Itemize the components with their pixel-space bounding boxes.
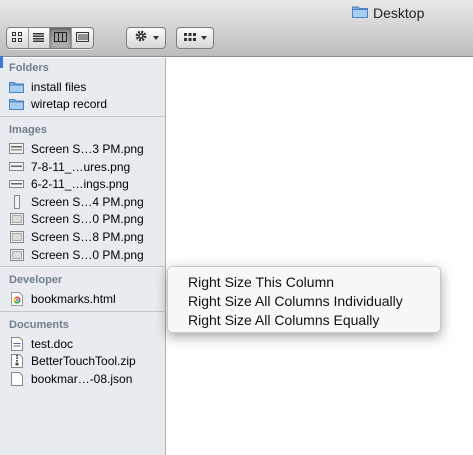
icon-view-button[interactable]: [7, 28, 29, 48]
coverflow-view-button[interactable]: [72, 28, 93, 48]
grid-icon: [12, 29, 23, 47]
sidebar-item[interactable]: bookmarks.html: [0, 290, 165, 308]
sidebar-item[interactable]: 6-2-11_…ings.png: [0, 175, 165, 193]
image-file-icon: [9, 177, 24, 191]
arrange-grid-icon: [183, 29, 196, 47]
window-title: Desktop: [352, 5, 424, 21]
sidebar-item-label: 7-8-11_…ures.png: [31, 159, 131, 174]
chrome-file-icon: [9, 292, 24, 307]
sidebar: Folders install files wiretap record Ima…: [0, 58, 166, 455]
sidebar-item-label: 6-2-11_…ings.png: [31, 177, 129, 192]
sidebar-item-label: Screen S…0 PM.png: [31, 212, 144, 227]
chevron-down-icon: [200, 36, 207, 40]
sidebar-section-developer: Developer bookmarks.html: [0, 270, 165, 308]
sidebar-item-label: Screen S…0 PM.png: [31, 247, 144, 262]
sidebar-item[interactable]: Screen S…0 PM.png: [0, 211, 165, 229]
sidebar-item[interactable]: install files: [0, 78, 165, 96]
sidebar-item-label: Screen S…3 PM.png: [31, 141, 144, 156]
sidebar-item-label: BetterTouchTool.zip: [31, 354, 136, 369]
sidebar-item[interactable]: Screen S…3 PM.png: [0, 140, 165, 158]
column-view-button[interactable]: [50, 28, 72, 48]
sidebar-item-label: Screen S…4 PM.png: [31, 194, 144, 209]
section-divider: [0, 310, 165, 312]
sidebar-item[interactable]: BetterTouchTool.zip: [0, 353, 165, 371]
folder-icon: [9, 80, 24, 94]
sidebar-item-label: bookmarks.html: [31, 292, 116, 307]
sidebar-item[interactable]: Screen S…0 PM.png: [0, 246, 165, 264]
column-pane[interactable]: [167, 58, 473, 455]
sidebar-item[interactable]: wiretap record: [0, 96, 165, 114]
sidebar-section-images: Images Screen S…3 PM.png 7-8-11_…ures.pn…: [0, 120, 165, 263]
sidebar-item-label: Screen S…8 PM.png: [31, 229, 144, 244]
section-divider: [0, 266, 165, 268]
sidebar-selection-indicator: [0, 56, 3, 68]
coverflow-icon: [75, 29, 89, 47]
sidebar-item[interactable]: bookmar…-08.json: [0, 370, 165, 388]
columns-icon: [53, 29, 67, 47]
menu-item-right-size-all-equally[interactable]: Right Size All Columns Equally: [168, 310, 440, 329]
window-title-text: Desktop: [373, 5, 425, 21]
gear-icon: [134, 29, 148, 48]
sidebar-section-documents: Documents test.doc BetterTouchTool.zip b…: [0, 315, 165, 388]
section-header: Documents: [9, 318, 69, 331]
sidebar-item-label: install files: [31, 79, 87, 94]
context-menu: Right Size This Column Right Size All Co…: [167, 266, 441, 333]
sidebar-section-folders: Folders install files wiretap record: [0, 58, 165, 113]
image-file-icon: [9, 230, 24, 244]
list-view-button[interactable]: [29, 28, 50, 48]
folder-icon: [352, 5, 368, 21]
sidebar-item-label: test.doc: [31, 336, 74, 351]
action-menu-button[interactable]: [126, 27, 166, 49]
arrange-menu-button[interactable]: [176, 27, 214, 49]
image-file-icon: [9, 160, 24, 174]
zip-file-icon: [9, 354, 24, 369]
document-icon: [9, 371, 24, 386]
chevron-down-icon: [152, 36, 159, 40]
image-file-icon: [9, 212, 24, 226]
section-divider: [0, 116, 165, 118]
section-header: Developer: [9, 274, 63, 287]
section-header: Folders: [9, 62, 49, 74]
image-file-icon: [9, 194, 24, 209]
menu-item-right-size-this-column[interactable]: Right Size This Column: [168, 272, 440, 291]
sidebar-item-label: bookmar…-08.json: [31, 371, 133, 386]
document-icon: [9, 336, 24, 351]
sidebar-item[interactable]: Screen S…4 PM.png: [0, 193, 165, 211]
folder-icon: [9, 97, 24, 111]
toolbar: Desktop: [0, 0, 473, 57]
image-file-icon: [9, 248, 24, 262]
sidebar-item[interactable]: 7-8-11_…ures.png: [0, 158, 165, 176]
section-header: Images: [9, 124, 47, 137]
image-file-icon: [9, 142, 24, 156]
menu-item-right-size-all-individually[interactable]: Right Size All Columns Individually: [168, 291, 440, 310]
sidebar-item[interactable]: test.doc: [0, 335, 165, 353]
view-switcher: [6, 27, 94, 49]
sidebar-item[interactable]: Screen S…8 PM.png: [0, 228, 165, 246]
sidebar-item-label: wiretap record: [31, 97, 108, 112]
list-icon: [33, 29, 45, 47]
